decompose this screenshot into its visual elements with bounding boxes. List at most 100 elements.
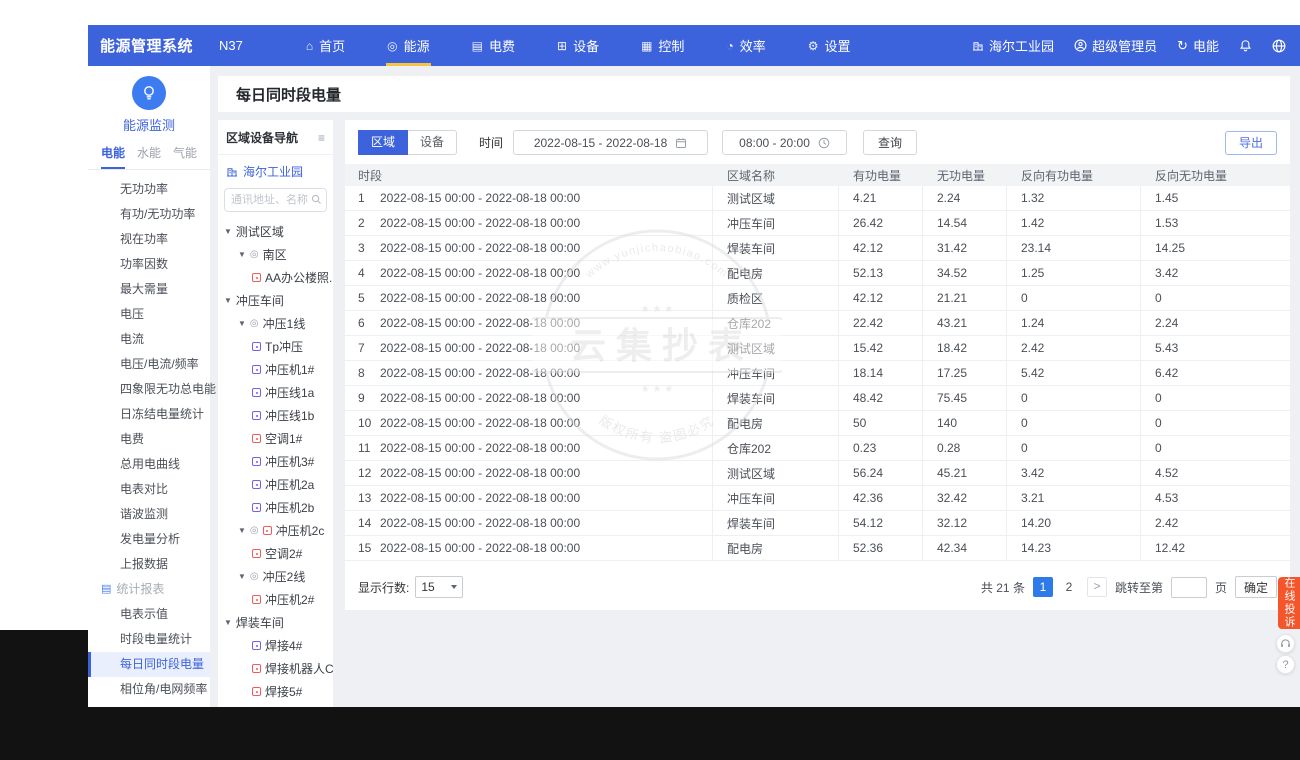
tree-node[interactable]: ▼ ◎ 冲压机2b	[218, 496, 333, 519]
sidebar-item[interactable]: ▤ 统计报表	[88, 577, 210, 602]
table-row[interactable]: 8 2022-08-15 00:00 - 2022-08-18 00:00 冲压…	[345, 361, 1290, 386]
sidebar-item[interactable]: 电表对比	[88, 477, 210, 502]
tree-node[interactable]: ▼ ◎ 冲压机2#	[218, 588, 333, 611]
tree-node[interactable]: ▼ ◎ 空调2#	[218, 542, 333, 565]
table-row[interactable]: 2 2022-08-15 00:00 - 2022-08-18 00:00 冲压…	[345, 211, 1290, 236]
table-row[interactable]: 7 2022-08-15 00:00 - 2022-08-18 00:00 测试…	[345, 336, 1290, 361]
table-row[interactable]: 3 2022-08-15 00:00 - 2022-08-18 00:00 焊装…	[345, 236, 1290, 261]
toggle-button[interactable]: 设备	[408, 130, 457, 155]
sidebar-item[interactable]: 电表示值	[88, 602, 210, 627]
tree-node[interactable]: ▼ ◎ 焊接5#	[218, 680, 333, 703]
user-role[interactable]: 超级管理员	[1074, 36, 1157, 55]
confirm-button[interactable]: 确定	[1235, 576, 1277, 598]
tree-node[interactable]: ▼ ◎ 冲压机2c	[218, 519, 333, 542]
date-range-input[interactable]: 2022-08-15 - 2022-08-18	[513, 130, 708, 155]
export-button[interactable]: 导出	[1225, 131, 1277, 155]
table-row[interactable]: 14 2022-08-15 00:00 - 2022-08-18 00:00 焊…	[345, 511, 1290, 536]
nav-item[interactable]: ▦ 控制	[620, 25, 705, 66]
sidebar-item[interactable]: 视在功率	[88, 227, 210, 252]
sidebar-item[interactable]: 时段电量统计	[88, 627, 210, 652]
tree-node[interactable]: ▼ ◎ 焊装车间	[218, 611, 333, 634]
sidebar-item[interactable]: 有功/无功功率	[88, 202, 210, 227]
tree-node[interactable]: ▼ ◎ 冲压车间	[218, 289, 333, 312]
rows-per-page-select[interactable]: 15	[415, 576, 463, 598]
table-row[interactable]: 4 2022-08-15 00:00 - 2022-08-18 00:00 配电…	[345, 261, 1290, 286]
nav-item[interactable]: ⊞ 设备	[536, 25, 620, 66]
table-row[interactable]: 15 2022-08-15 00:00 - 2022-08-18 00:00 配…	[345, 536, 1290, 561]
expand-arrow-icon[interactable]: ▼	[224, 296, 232, 305]
notification-bell[interactable]	[1239, 39, 1252, 52]
table-row[interactable]: 13 2022-08-15 00:00 - 2022-08-18 00:00 冲…	[345, 486, 1290, 511]
energy-mode-switch[interactable]: ↻ 电能	[1177, 36, 1219, 55]
tree-node[interactable]: ▼ ◎ 测试区域	[218, 220, 333, 243]
energy-type-tab[interactable]: 电能	[101, 144, 125, 169]
lightbulb-icon	[139, 83, 159, 103]
table-row[interactable]: 9 2022-08-15 00:00 - 2022-08-18 00:00 焊装…	[345, 386, 1290, 411]
tree-root-node[interactable]: 海尔工业园	[218, 155, 333, 186]
sidebar-item[interactable]: 电压	[88, 302, 210, 327]
tree-node[interactable]: ▼ ◎ 冲压1线	[218, 312, 333, 335]
collapse-icon[interactable]: ≡	[318, 131, 325, 145]
sidebar-item[interactable]: 总用电曲线	[88, 452, 210, 477]
sidebar-item[interactable]: 电压/电流/频率	[88, 352, 210, 377]
sidebar-item[interactable]: 上报数据	[88, 552, 210, 577]
table-row[interactable]: 10 2022-08-15 00:00 - 2022-08-18 00:00 配…	[345, 411, 1290, 436]
sidebar-item[interactable]: 电流	[88, 327, 210, 352]
tree-node[interactable]: ▼ ◎ 空调1#	[218, 427, 333, 450]
park-selector[interactable]: 海尔工业园	[972, 36, 1054, 55]
help-button[interactable]: ?	[1276, 655, 1295, 674]
tree-node[interactable]: ▼ ◎ 冲压机3#	[218, 450, 333, 473]
table-row[interactable]: 11 2022-08-15 00:00 - 2022-08-18 00:00 仓…	[345, 436, 1290, 461]
table-row[interactable]: 1 2022-08-15 00:00 - 2022-08-18 00:00 测试…	[345, 186, 1290, 211]
sidebar-item[interactable]: 发电量分析	[88, 527, 210, 552]
tree-node[interactable]: ▼ ◎ 焊接机器人C5	[218, 657, 333, 680]
online-complaint-button[interactable]: 在线投诉	[1278, 577, 1300, 629]
expand-arrow-icon[interactable]: ▼	[238, 319, 246, 328]
nav-item[interactable]: ◔ 效率	[705, 25, 786, 66]
expand-arrow-icon[interactable]: ▼	[238, 250, 246, 259]
sidebar-item[interactable]: 电费	[88, 427, 210, 452]
jump-page-input[interactable]	[1171, 577, 1207, 598]
tree-node[interactable]: ▼ ◎ AA办公楼照...	[218, 266, 333, 289]
sidebar-item[interactable]: 功率因数	[88, 252, 210, 277]
sidebar-item[interactable]: 每日同时段电量	[88, 652, 210, 677]
sidebar-item[interactable]: 无功功率	[88, 177, 210, 202]
query-button[interactable]: 查询	[863, 130, 917, 155]
tree-node[interactable]: ▼ ◎ 焊接4#	[218, 634, 333, 657]
table-row[interactable]: 5 2022-08-15 00:00 - 2022-08-18 00:00 质检…	[345, 286, 1290, 311]
next-page-button[interactable]: >	[1087, 577, 1107, 597]
sidebar-item[interactable]: 四象限无功总电能	[88, 377, 210, 402]
sidebar-item[interactable]: 日冻结电量统计	[88, 402, 210, 427]
tree-node[interactable]: ▼ ◎ 南区	[218, 243, 333, 266]
expand-arrow-icon[interactable]: ▼	[224, 618, 232, 627]
nav-item[interactable]: ⌂ 首页	[285, 25, 366, 66]
energy-type-tab[interactable]: 气能	[173, 144, 197, 169]
sidebar-item[interactable]: 最大需量	[88, 277, 210, 302]
tree-node[interactable]: ▼ ◎ 冲压线1b	[218, 404, 333, 427]
nav-item[interactable]: ⚙ 设置	[787, 25, 872, 66]
expand-arrow-icon[interactable]: ▼	[224, 227, 232, 236]
time-range-input[interactable]: 08:00 - 20:00	[722, 130, 847, 155]
table-row[interactable]: 12 2022-08-15 00:00 - 2022-08-18 00:00 测…	[345, 461, 1290, 486]
sidebar-item[interactable]: 谐波监测	[88, 502, 210, 527]
tree-node[interactable]: ▼ ◎ Tp冲压	[218, 335, 333, 358]
expand-arrow-icon[interactable]: ▼	[238, 572, 246, 581]
page-number[interactable]: 1	[1033, 577, 1053, 597]
sidebar-item[interactable]: 相位角/电网频率	[88, 677, 210, 702]
expand-arrow-icon[interactable]: ▼	[238, 526, 246, 535]
building-icon	[226, 166, 238, 178]
tree-node[interactable]: ▼ ◎ 冲压线1a	[218, 381, 333, 404]
nav-item[interactable]: ▤ 电费	[451, 25, 536, 66]
area-cell: 质检区	[713, 286, 839, 310]
tree-node[interactable]: ▼ ◎ 冲压2线	[218, 565, 333, 588]
row-number: 7	[358, 341, 380, 355]
page-number[interactable]: 2	[1059, 577, 1079, 597]
toggle-button[interactable]: 区域	[358, 130, 408, 155]
nav-item[interactable]: ◎ 能源	[366, 25, 451, 66]
table-row[interactable]: 6 2022-08-15 00:00 - 2022-08-18 00:00 仓库…	[345, 311, 1290, 336]
customer-service-button[interactable]	[1276, 634, 1295, 653]
language-globe[interactable]	[1272, 39, 1286, 53]
tree-node[interactable]: ▼ ◎ 冲压机1#	[218, 358, 333, 381]
energy-type-tab[interactable]: 水能	[137, 144, 161, 169]
tree-node[interactable]: ▼ ◎ 冲压机2a	[218, 473, 333, 496]
